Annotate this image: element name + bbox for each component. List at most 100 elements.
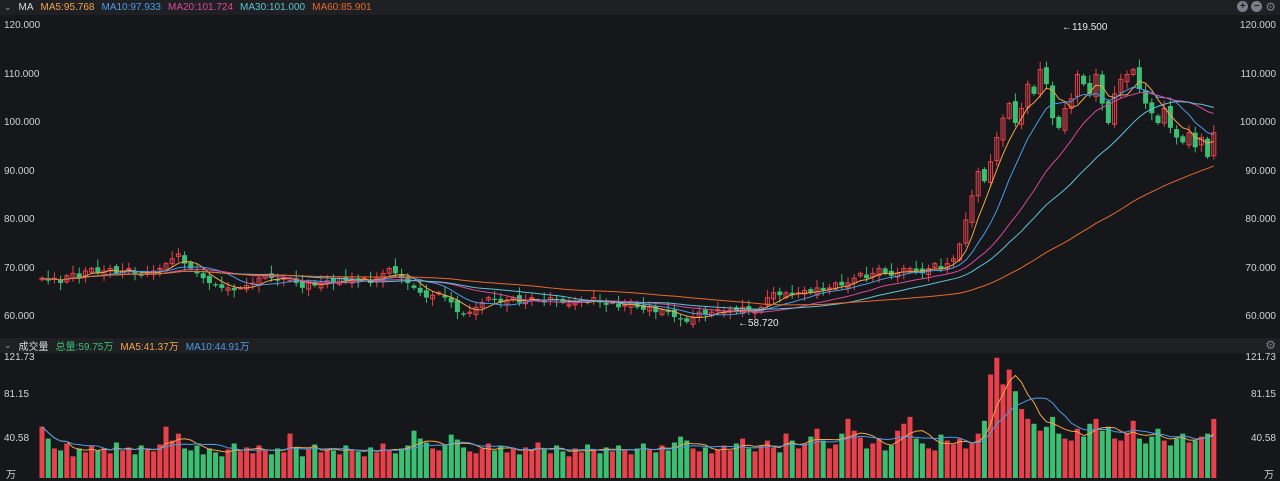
volume-bar [268, 454, 274, 478]
volume-bar [591, 449, 597, 478]
volume-bar [1205, 433, 1211, 478]
candle-down [616, 303, 622, 308]
volume-bar [1136, 438, 1142, 478]
volume-bar [510, 448, 516, 478]
volume-bar [188, 450, 194, 478]
volume-bar [324, 448, 330, 478]
volume-bar [833, 444, 839, 478]
candle-down [864, 274, 870, 279]
volume-bar [70, 456, 76, 478]
volume-bar [907, 416, 913, 478]
volume-bar [1161, 440, 1167, 478]
volume-bar [76, 448, 82, 478]
volume-bar [826, 448, 832, 478]
volume-bar [380, 443, 386, 478]
ma5-line [41, 80, 1214, 318]
volume-bar [758, 445, 764, 478]
volume-bar [926, 448, 932, 478]
volume-bar [1025, 418, 1031, 478]
volume-bar [299, 456, 305, 478]
volume-bar [436, 450, 442, 478]
candle-down [678, 318, 684, 320]
volume-bar [1180, 433, 1186, 478]
volume-bar [1050, 416, 1056, 478]
volume-bar [957, 438, 963, 478]
volume-tick-label: 81.15 [4, 389, 30, 400]
volume-bar [727, 450, 733, 478]
volume-bar [913, 438, 919, 478]
volume-bar [244, 447, 250, 478]
volume-bar [1149, 436, 1155, 478]
candle-down [1043, 67, 1049, 85]
volume-bar [523, 447, 529, 478]
volume-bar [1087, 423, 1093, 478]
volume-bar [876, 438, 882, 478]
volume-bar [237, 451, 243, 478]
volume-bar [665, 450, 671, 478]
volume-bar [547, 453, 553, 478]
candle-down [417, 287, 423, 293]
volume-bar [1174, 438, 1180, 478]
volume-bar [405, 445, 411, 478]
volume-bar [746, 448, 752, 478]
volume-bar [1211, 418, 1217, 478]
volume-bar [919, 443, 925, 478]
volume-bar [151, 451, 157, 478]
volume-bar [213, 452, 219, 478]
volume-bar [560, 451, 566, 478]
candle-down [1155, 115, 1161, 123]
volume-bar [1012, 391, 1018, 478]
volume-bar [51, 448, 57, 478]
candle-down [882, 268, 888, 274]
ma10-line [41, 86, 1214, 316]
volume-tick-label: 40.58 [1250, 433, 1276, 444]
volume-bar [206, 448, 212, 478]
volume-bar [479, 448, 485, 478]
candle-down [1205, 138, 1211, 157]
volume-bar [89, 445, 95, 478]
volume-bar [696, 451, 702, 478]
volume-bar [572, 448, 578, 478]
price-tick-label: 100.000 [4, 117, 41, 128]
volume-bar [678, 436, 684, 478]
volume-bar [740, 438, 746, 478]
volume-bar [622, 450, 628, 478]
volume-bar [1112, 438, 1118, 478]
volume-tick-label: 81.15 [1250, 389, 1276, 400]
volume-bar [82, 452, 88, 478]
volume-bar [169, 440, 175, 478]
candle-up [566, 304, 572, 307]
volume-bar [138, 445, 144, 478]
candle-down [206, 275, 212, 284]
price-tick-label: 70.000 [1245, 262, 1276, 274]
volume-bar [39, 426, 45, 478]
volume-bar [504, 452, 510, 478]
volume-bar [200, 454, 206, 478]
volume-bar [845, 418, 851, 478]
volume-bar [250, 453, 256, 478]
max-price-annotation: ←119.500 [1062, 22, 1108, 33]
volume-bar [442, 444, 448, 478]
candle-down [200, 273, 206, 279]
volume-bar [1118, 440, 1124, 478]
volume-bar [795, 448, 801, 478]
volume-bar [461, 447, 467, 478]
volume-bar [386, 450, 392, 478]
volume-bar [1198, 436, 1204, 478]
price-tick-label: 90.000 [1245, 165, 1276, 177]
volume-tick-label: 121.73 [4, 352, 35, 363]
candle-down [913, 268, 919, 271]
ma60-line [41, 165, 1214, 306]
volume-bar [659, 445, 665, 478]
volume-bar [132, 454, 138, 478]
price-tick-label: 120.000 [1239, 20, 1276, 31]
volume-tick-label: 40.58 [4, 433, 30, 444]
volume-bar [423, 442, 429, 478]
volume-bar [628, 454, 634, 478]
price-tick-label: 110.000 [4, 68, 40, 80]
volume-bar [349, 449, 355, 478]
volume-bar [182, 448, 188, 478]
volume-bar [529, 450, 535, 478]
volume-bar [275, 448, 281, 478]
candlestick-chart[interactable] [0, 0, 1280, 481]
